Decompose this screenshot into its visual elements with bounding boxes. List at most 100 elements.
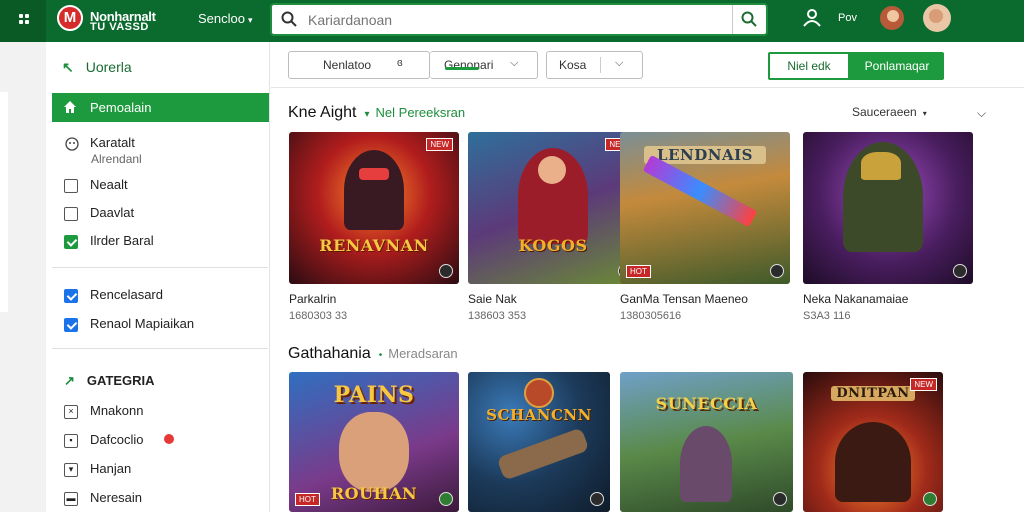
sidebar-item-daavlat[interactable]: Daavlat bbox=[64, 205, 134, 221]
play-icon[interactable] bbox=[953, 264, 967, 278]
game-badge: HOT bbox=[295, 493, 320, 506]
game-card[interactable]: NEW KOGOS bbox=[468, 132, 638, 284]
game-art-title: SUNECCIA bbox=[655, 394, 758, 413]
game-badge: NEW bbox=[426, 138, 453, 151]
chevron-down-icon: ▾ bbox=[922, 109, 927, 118]
game-title[interactable]: Saie Nak bbox=[468, 292, 517, 306]
sidebar-item-home[interactable]: Pemoalain bbox=[52, 93, 269, 122]
category-icon: ▾ bbox=[64, 462, 78, 477]
category-icon: ▪ bbox=[64, 433, 78, 448]
filter-select-2[interactable]: Genonari ⌵ bbox=[430, 51, 538, 79]
filter-check-renaol[interactable]: Renaol Mapiaikan bbox=[64, 316, 194, 332]
category-heading-label: GATEGRIA bbox=[86, 373, 155, 388]
game-art-title: SCHANCNN bbox=[486, 406, 592, 424]
play-icon[interactable] bbox=[773, 492, 787, 506]
divider bbox=[52, 348, 268, 349]
section-subtitle[interactable]: Nel Pereeksran bbox=[376, 105, 466, 120]
game-card[interactable]: NEW RENAVNAN bbox=[289, 132, 459, 284]
game-card[interactable]: SCHANCNN bbox=[468, 372, 610, 512]
category-label: Hanjan bbox=[90, 461, 132, 476]
search-box bbox=[270, 3, 768, 36]
game-card[interactable]: DNITPAN NEW bbox=[803, 372, 943, 512]
checkbox-checked[interactable] bbox=[64, 288, 78, 303]
filter-check-label: Rencelasard bbox=[90, 287, 163, 302]
game-art-title: PAINS bbox=[333, 382, 415, 408]
category-item[interactable]: ▬ Neresain bbox=[64, 490, 142, 506]
checkbox[interactable] bbox=[64, 178, 78, 193]
game-art-face bbox=[538, 156, 566, 184]
category-item[interactable]: ▪ Dafcoclio bbox=[64, 432, 174, 448]
collapse-chevron-icon[interactable]: ⌵ bbox=[977, 106, 986, 121]
avatar[interactable] bbox=[878, 4, 906, 32]
game-art-title: DNITPAN bbox=[831, 386, 915, 401]
checkbox[interactable] bbox=[64, 206, 78, 221]
sidebar-item-label: Pemoalain bbox=[90, 100, 152, 115]
section-title: Gathahania • Meradsaran bbox=[288, 345, 458, 363]
user-label[interactable]: Pov bbox=[838, 12, 857, 24]
play-icon[interactable] bbox=[590, 492, 604, 506]
sidebar-item-ilrder-baral[interactable]: Ilrder Baral bbox=[64, 233, 154, 249]
user-icon[interactable] bbox=[802, 8, 822, 28]
nav-select[interactable]: Sencloo ▾ bbox=[198, 11, 253, 26]
filter-select-label: Nenlatoo bbox=[323, 58, 372, 72]
game-title[interactable]: Parkalrin bbox=[289, 292, 336, 306]
apps-grid-icon[interactable] bbox=[19, 14, 29, 24]
game-meta: 138603 353 bbox=[468, 310, 527, 322]
home-icon bbox=[64, 101, 76, 113]
game-title[interactable]: GanMa Tensan Maeneo bbox=[620, 292, 748, 306]
left-gutter bbox=[0, 42, 46, 512]
section-subtitle[interactable]: Meradsaran bbox=[388, 346, 457, 361]
game-card[interactable]: PAINS ROUHAN HOT bbox=[289, 372, 459, 512]
game-badge: HOT bbox=[626, 265, 651, 278]
search-input[interactable] bbox=[308, 10, 718, 30]
play-icon[interactable] bbox=[439, 492, 453, 506]
sidebar-heading[interactable]: ↖ Uorerla bbox=[62, 59, 132, 76]
filter-select-1[interactable]: Nenlatoo ɞ bbox=[288, 51, 430, 79]
avatar[interactable] bbox=[923, 4, 951, 32]
chevron-down-icon: ⌵ bbox=[510, 57, 519, 69]
back-arrow-icon: ↖ bbox=[62, 59, 74, 75]
category-item[interactable]: ▾ Hanjan bbox=[64, 461, 131, 477]
sort-select[interactable]: Sauceraeen ▾ bbox=[852, 105, 927, 119]
game-art-figure bbox=[344, 150, 404, 230]
sidebar-item-label: Neaalt bbox=[90, 177, 128, 192]
checkbox-checked[interactable] bbox=[64, 317, 78, 332]
apps-area bbox=[0, 0, 46, 42]
nav-select-label: Sencloo bbox=[198, 11, 245, 26]
category-icon: × bbox=[64, 404, 78, 419]
chevron-down-icon: ⌵ bbox=[615, 57, 624, 69]
category-icon: ▬ bbox=[64, 491, 78, 506]
game-card[interactable]: SUNECCIA bbox=[620, 372, 793, 512]
gutter-strip bbox=[0, 92, 8, 312]
section-title: Kne Aight ▾ Nel Pereeksran bbox=[288, 104, 465, 122]
game-title[interactable]: Neka Nakanamaiae bbox=[803, 292, 908, 306]
filter-check-rencelasard[interactable]: Rencelasard bbox=[64, 287, 163, 303]
checkbox-checked[interactable] bbox=[64, 234, 78, 249]
game-meta: S3A3 116 bbox=[803, 310, 851, 322]
search-button[interactable] bbox=[732, 5, 766, 34]
category-item[interactable]: × Mnakonn bbox=[64, 403, 143, 419]
dropdown-icon[interactable]: • bbox=[379, 350, 383, 361]
category-label: Neresain bbox=[90, 490, 143, 505]
play-icon[interactable] bbox=[770, 264, 784, 278]
outline-button[interactable]: Niel edk bbox=[768, 52, 850, 80]
filter-select-3[interactable]: Kosa ⌵ bbox=[546, 51, 643, 79]
game-art-title: RENAVNAN bbox=[319, 236, 429, 255]
game-card[interactable] bbox=[803, 132, 973, 284]
notification-badge bbox=[164, 434, 174, 444]
category-heading[interactable]: ↗ GATEGRIA bbox=[64, 373, 155, 389]
sidebar-item-neaalt[interactable]: Neaalt bbox=[64, 177, 128, 193]
game-art-sword bbox=[642, 154, 758, 228]
sidebar-item-karatalt[interactable]: Karatalt bbox=[64, 135, 135, 152]
dropdown-icon[interactable]: ▾ bbox=[365, 109, 370, 120]
play-icon[interactable] bbox=[439, 264, 453, 278]
logo-icon[interactable]: M bbox=[57, 5, 83, 31]
game-card[interactable]: LENDNAIS HOT bbox=[620, 132, 790, 284]
section-title-label: Kne Aight bbox=[288, 104, 357, 121]
sidebar-item-label: Ilrder Baral bbox=[90, 233, 154, 248]
search-icon bbox=[281, 11, 297, 27]
sidebar-heading-label: Uorerla bbox=[85, 59, 132, 75]
primary-button[interactable]: Ponlamaqar bbox=[850, 52, 944, 80]
game-meta: 1680303 33 bbox=[289, 310, 348, 322]
play-icon[interactable] bbox=[923, 492, 937, 506]
